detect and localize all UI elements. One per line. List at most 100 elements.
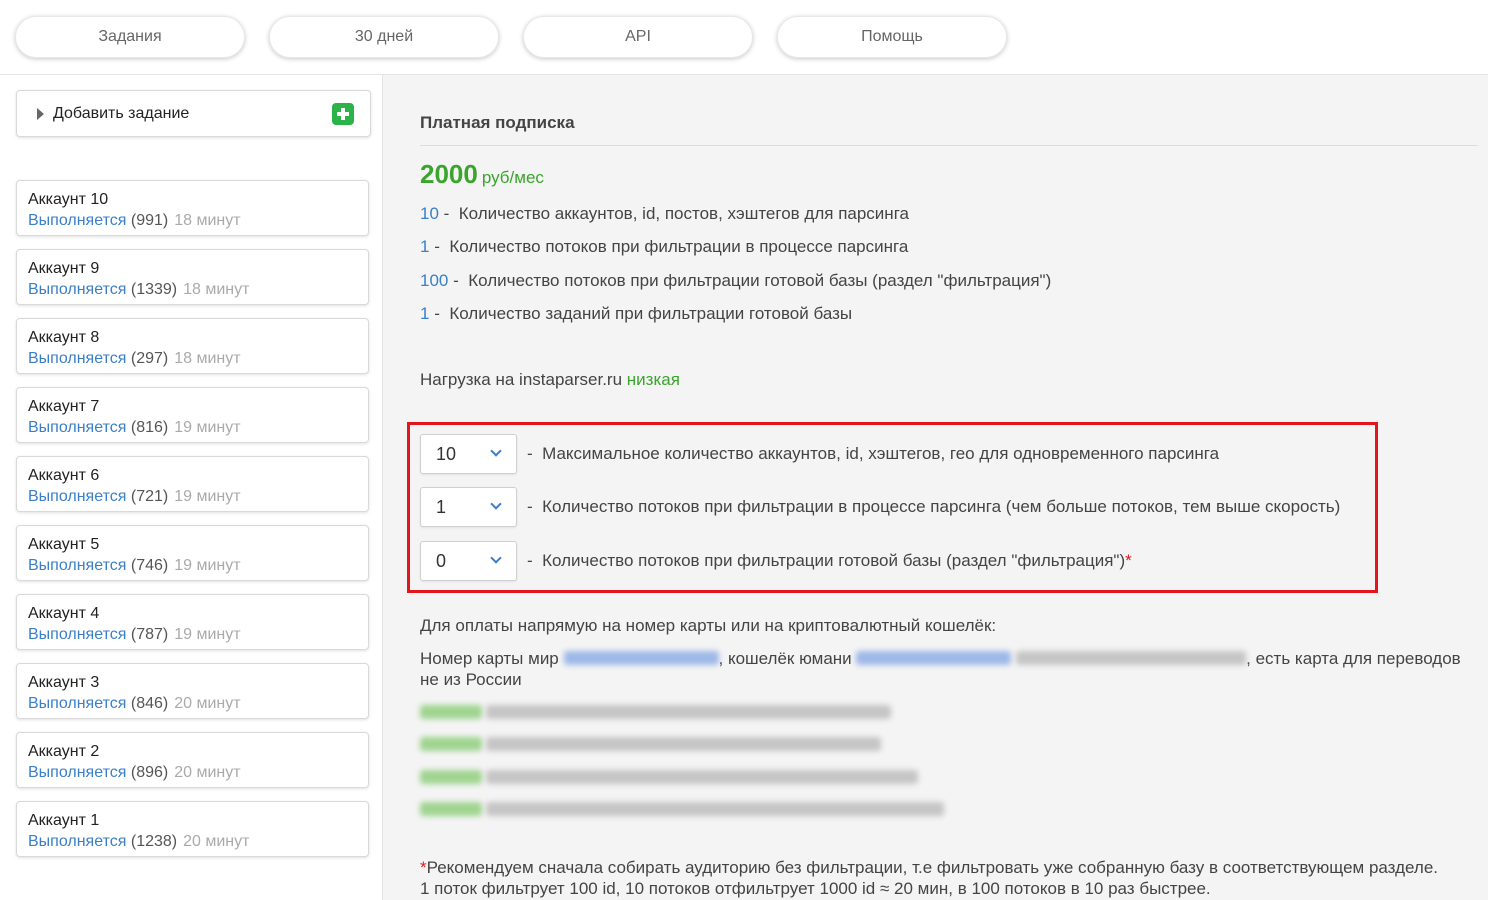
account-count: (816) xyxy=(130,419,169,436)
account-card[interactable]: Аккаунт 8 Выполняется (297) 18 минут xyxy=(16,318,369,374)
asterisk: * xyxy=(1125,551,1132,570)
account-card[interactable]: Аккаунт 7 Выполняется (816) 19 минут xyxy=(16,387,369,443)
account-count: (297) xyxy=(130,350,169,367)
parsing-threads-select[interactable]: 1 xyxy=(420,487,517,527)
account-card[interactable]: Аккаунт 5 Выполняется (746) 19 минут xyxy=(16,525,369,581)
feature-number: 1 xyxy=(420,304,430,323)
account-card[interactable]: Аккаунт 2 Выполняется (896) 20 минут xyxy=(16,732,369,788)
elapsed-time: 20 минут xyxy=(183,833,250,850)
feature-text: Количество заданий при фильтрации готово… xyxy=(449,304,853,323)
main-panel: Платная подписка 2000 руб/мес 10 - Количе… xyxy=(383,75,1488,900)
account-count: (846) xyxy=(130,695,169,712)
account-card[interactable]: Аккаунт 10 Выполняется (991) 18 минут xyxy=(16,180,369,236)
account-count: (991) xyxy=(130,212,169,229)
select-description: - Максимальное количество аккаунтов, id,… xyxy=(527,444,1220,463)
tab-30-days[interactable]: 30 дней xyxy=(269,16,499,58)
card-tail: , есть карта для переводов xyxy=(1246,649,1461,668)
account-count: (721) xyxy=(130,488,169,505)
redacted-crypto-row xyxy=(420,737,882,753)
account-name: Аккаунт 3 xyxy=(28,674,100,691)
account-card[interactable]: Аккаунт 4 Выполняется (787) 19 минут xyxy=(16,594,369,650)
account-card[interactable]: Аккаунт 9 Выполняется (1339) 18 минут xyxy=(16,249,369,305)
elapsed-time: 18 минут xyxy=(174,212,241,229)
select-description-text: Количество потоков при фильтрации в проц… xyxy=(542,497,1341,516)
tab-tasks[interactable]: Задания xyxy=(15,16,245,58)
accounts-limit-select[interactable]: 10 xyxy=(420,434,517,474)
select-description-text: Максимальное количество аккаунтов, id, х… xyxy=(542,444,1220,463)
feature-row: 1 - Количество заданий при фильтрации го… xyxy=(420,304,853,323)
top-nav: Задания 30 дней API Помощь xyxy=(0,0,1488,75)
redacted-crypto-row xyxy=(420,705,892,721)
status-link[interactable]: Выполняется xyxy=(28,764,126,781)
redacted-wallet xyxy=(856,651,1012,665)
account-name: Аккаунт 9 xyxy=(28,260,100,277)
redacted-card-number xyxy=(563,651,719,665)
feature-row: 100 - Количество потоков при фильтрации … xyxy=(420,271,1052,290)
elapsed-time: 19 минут xyxy=(174,419,241,436)
account-name: Аккаунт 5 xyxy=(28,536,100,553)
status-link[interactable]: Выполняется xyxy=(28,350,126,367)
divider xyxy=(420,145,1478,146)
account-name: Аккаунт 10 xyxy=(28,191,109,208)
account-card[interactable]: Аккаунт 6 Выполняется (721) 19 минут xyxy=(16,456,369,512)
select-value: 10 xyxy=(436,444,457,464)
sidebar: Добавить задание Аккаунт 10 Выполняется … xyxy=(0,75,383,900)
status-link[interactable]: Выполняется xyxy=(28,212,126,229)
plus-icon[interactable] xyxy=(332,103,354,125)
tab-api[interactable]: API xyxy=(523,16,753,58)
elapsed-time: 20 минут xyxy=(174,764,241,781)
tab-help[interactable]: Помощь xyxy=(777,16,1007,58)
card-label: Номер карты мир xyxy=(420,649,559,668)
account-count: (896) xyxy=(130,764,169,781)
account-name: Аккаунт 4 xyxy=(28,605,100,622)
card-tail-2: не из России xyxy=(420,670,522,689)
price: 2000 руб/мес xyxy=(420,159,544,190)
chevron-down-icon xyxy=(490,445,502,457)
status-link[interactable]: Выполняется xyxy=(28,557,126,574)
wallet-label: , кошелёк юмани xyxy=(718,649,852,668)
status-link[interactable]: Выполняется xyxy=(28,833,126,850)
select-description: - Количество потоков при фильтрации в пр… xyxy=(527,497,1341,516)
status-link[interactable]: Выполняется xyxy=(28,419,126,436)
asterisk: * xyxy=(420,858,427,877)
filter-threads-select[interactable]: 0 xyxy=(420,541,517,581)
status-link[interactable]: Выполняется xyxy=(28,626,126,643)
feature-number: 1 xyxy=(420,237,430,256)
feature-text: Количество потоков при фильтрации в проц… xyxy=(449,237,909,256)
add-task-button[interactable]: Добавить задание xyxy=(16,90,371,137)
redacted-crypto-row xyxy=(420,802,945,818)
redacted-crypto-row xyxy=(420,770,919,786)
status-link[interactable]: Выполняется xyxy=(28,488,126,505)
account-count: (746) xyxy=(130,557,169,574)
account-name: Аккаунт 6 xyxy=(28,467,100,484)
account-name: Аккаунт 7 xyxy=(28,398,100,415)
select-value: 0 xyxy=(436,551,447,571)
select-description: - Количество потоков при фильтрации гото… xyxy=(527,551,1132,570)
status-link[interactable]: Выполняется xyxy=(28,281,126,298)
status-link[interactable]: Выполняется xyxy=(28,695,126,712)
account-name: Аккаунт 1 xyxy=(28,812,100,829)
load-value: низкая xyxy=(626,370,680,389)
elapsed-time: 19 минут xyxy=(174,488,241,505)
elapsed-time: 18 минут xyxy=(183,281,250,298)
account-card[interactable]: Аккаунт 3 Выполняется (846) 20 минут xyxy=(16,663,369,719)
redacted-wallet-extra xyxy=(1016,651,1247,665)
footnote-line-1: *Рекомендуем сначала собирать аудиторию … xyxy=(420,857,1480,878)
feature-text: Количество аккаунтов, id, постов, хэштег… xyxy=(458,204,909,223)
account-name: Аккаунт 8 xyxy=(28,329,100,346)
select-description-text: Количество потоков при фильтрации готово… xyxy=(542,551,1126,570)
footnote-line-2: 1 поток фильтрует 100 id, 10 потоков отф… xyxy=(420,879,1211,898)
server-load: Нагрузка на instaparser.ru низкая xyxy=(420,370,680,390)
elapsed-time: 18 минут xyxy=(174,350,241,367)
account-count: (1238) xyxy=(130,833,178,850)
account-card[interactable]: Аккаунт 1 Выполняется (1238) 20 минут xyxy=(16,801,369,857)
feature-number: 10 xyxy=(420,204,439,223)
feature-text: Количество потоков при фильтрации готово… xyxy=(468,271,1052,290)
add-task-label: Добавить задание xyxy=(53,105,190,122)
elapsed-time: 19 минут xyxy=(174,626,241,643)
account-name: Аккаунт 2 xyxy=(28,743,100,760)
payment-intro: Для оплаты напрямую на номер карты или н… xyxy=(420,616,997,635)
account-count: (787) xyxy=(130,626,169,643)
plan-title: Платная подписка xyxy=(420,113,575,132)
account-count: (1339) xyxy=(130,281,178,298)
